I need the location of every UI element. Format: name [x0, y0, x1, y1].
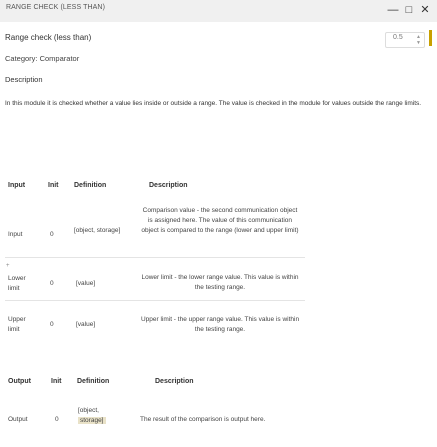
spinner-arrows-icon[interactable]: ▲ ▼ [416, 34, 421, 46]
inputs-row-name: Upper limit [8, 316, 26, 333]
description-text: In this module it is checked whether a v… [5, 100, 422, 107]
inputs-header-init: Init [48, 182, 59, 189]
window-controls: — □ ✕ [387, 2, 431, 18]
scroll-marker[interactable] [429, 30, 432, 46]
outputs-row-name: Output [8, 416, 28, 423]
definition-part: [object, [78, 407, 99, 414]
outputs-header-description: Description [155, 378, 194, 385]
spinner-value: 0.5 [393, 34, 403, 41]
outputs-header-definition: Definition [77, 378, 110, 385]
inputs-row-definition: [value] [76, 321, 96, 328]
inputs-header-name: Input [8, 182, 26, 189]
inputs-row-init: 0 [50, 321, 54, 328]
inputs-row-init: 0 [50, 231, 54, 238]
inputs-row-description: Comparison value - the second communicat… [141, 207, 299, 234]
value-spinner[interactable]: 0.5 ▲ ▼ [385, 32, 425, 48]
inputs-row-name: Lower limit [8, 275, 26, 292]
close-icon[interactable]: ✕ [419, 2, 431, 18]
description-heading: Description [5, 75, 43, 84]
outputs-header-init: Init [51, 378, 62, 385]
inputs-header-definition: Definition [74, 182, 107, 189]
inputs-row-description: Lower limit - the lower range value. Thi… [141, 274, 299, 291]
restore-icon[interactable]: □ [403, 2, 415, 18]
definition-part-highlighted: storage] [78, 417, 106, 424]
window-title: RANGE CHECK (LESS THAN) [6, 4, 106, 11]
module-category: Category: Comparator [5, 54, 80, 63]
row-divider [5, 300, 305, 301]
inputs-row-description: Upper limit - the upper range value. Thi… [140, 316, 300, 333]
row-divider [5, 257, 305, 258]
inputs-row-init: 0 [50, 280, 54, 287]
minimize-icon[interactable]: — [387, 2, 399, 18]
outputs-row-definition: [object, storage] [78, 406, 138, 426]
outputs-row-description: The result of the comparison is output h… [140, 416, 266, 423]
title-bar: RANGE CHECK (LESS THAN) — □ ✕ [0, 0, 437, 22]
drag-handle-icon[interactable]: + [6, 263, 10, 269]
inputs-row-name: Input [8, 231, 23, 238]
outputs-header-name: Output [8, 378, 31, 385]
inputs-row-definition: [value] [76, 280, 96, 287]
inputs-row-definition: [object, storage] [74, 227, 121, 234]
inputs-header-description: Description [149, 182, 188, 189]
module-heading: Range check (less than) [5, 33, 92, 42]
outputs-row-init: 0 [55, 416, 59, 423]
